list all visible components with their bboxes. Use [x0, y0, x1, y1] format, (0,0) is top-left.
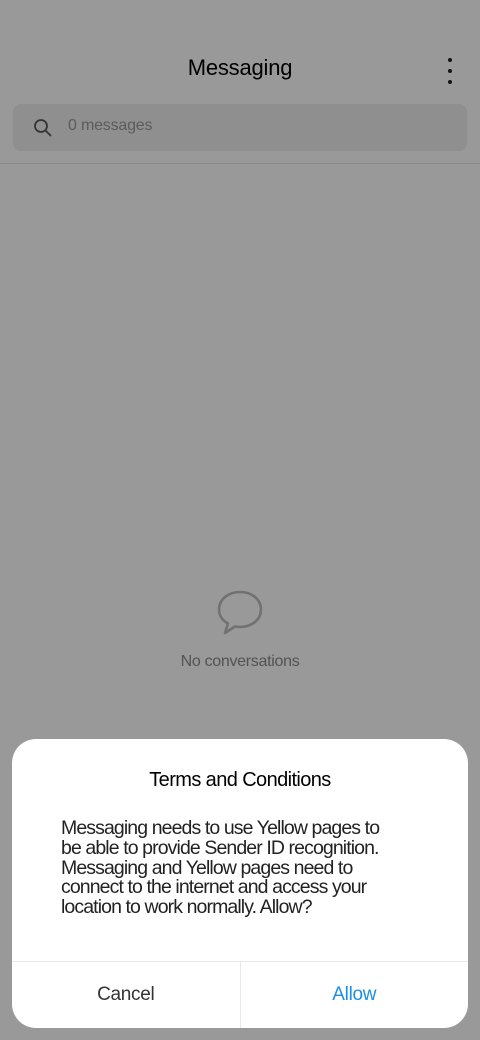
- messaging-app: 2:36AM 100 Messaging 0 messages No conve…: [0, 0, 480, 1040]
- dialog-message-line: Messaging needs to use Yellow pages to: [61, 817, 380, 839]
- dialog-message-line: be able to provide Sender ID recognition…: [61, 836, 379, 859]
- dialog-actions: Cancel Allow: [12, 961, 468, 1028]
- dialog-message: Messaging needs to use Yellow pages to b…: [61, 817, 428, 919]
- terms-dialog: Terms and Conditions Messaging needs to …: [12, 739, 468, 1028]
- allow-button[interactable]: Allow: [241, 962, 469, 1028]
- dialog-message-line: location to work normally. Allow?: [61, 896, 313, 919]
- dialog-title: Terms and Conditions: [149, 769, 331, 791]
- cancel-button[interactable]: Cancel: [12, 962, 241, 1028]
